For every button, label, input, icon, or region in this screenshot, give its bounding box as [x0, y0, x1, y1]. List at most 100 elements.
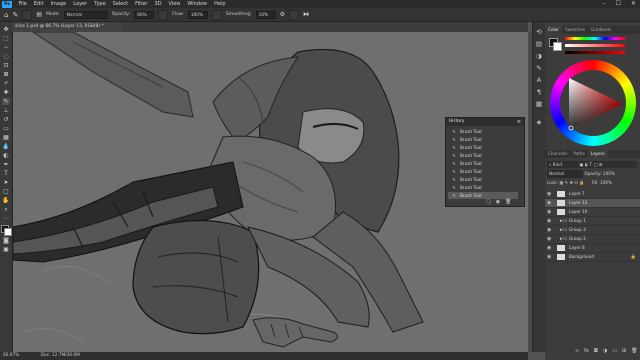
menu-layer[interactable]: Layer [70, 0, 91, 8]
tab-gradients[interactable]: Gradients [588, 26, 614, 34]
tab-color[interactable]: Color [545, 26, 562, 34]
background-layer-row[interactable]: ◉ Background 🔒 [545, 253, 640, 262]
pressure-opacity-button[interactable] [158, 9, 169, 20]
history-state-selected[interactable]: ✎ Brush Tool [448, 192, 518, 199]
brush-tool-icon[interactable]: ✎ [2, 98, 10, 105]
kind-filter-select[interactable]: Kind [553, 162, 562, 167]
visibility-eye-icon[interactable]: ◉ [547, 235, 551, 243]
path-selection-tool-icon[interactable]: ➤ [2, 179, 10, 186]
tab-channels[interactable]: Channels [545, 150, 570, 158]
history-state[interactable]: ✎ Brush Tool [448, 160, 518, 167]
delete-layer-icon[interactable]: 🗑 [631, 348, 637, 354]
character-panel-icon[interactable]: A [535, 76, 543, 84]
snapshot-icon[interactable]: ◉ [496, 199, 500, 205]
properties-panel-icon[interactable]: ▤ [535, 40, 543, 48]
menu-file[interactable]: File [15, 0, 30, 8]
gradient-tool-icon[interactable]: ▦ [2, 134, 10, 141]
layer-row[interactable]: ◉ Layer 7 [545, 190, 640, 199]
delete-state-icon[interactable]: 🗑 [505, 199, 511, 205]
visibility-eye-icon[interactable]: ◉ [547, 208, 551, 216]
background-color-swatch[interactable] [4, 228, 12, 236]
zoom-tool-icon[interactable]: ⌕ [2, 206, 10, 213]
history-panel-icon[interactable]: ⟲ [535, 28, 543, 36]
smoothing-settings-icon[interactable]: ⚙ [280, 11, 285, 18]
layer-row[interactable]: ◉ Layer 8 [545, 244, 640, 253]
history-state[interactable]: ✎ Brush Tool [448, 144, 518, 151]
menu-help[interactable]: Help [211, 0, 229, 8]
fill-field[interactable]: 100% [600, 180, 612, 185]
history-state[interactable]: ✎ Brush Tool [448, 152, 518, 159]
swatches-panel-icon[interactable]: ▦ [535, 100, 543, 108]
quick-mask-icon[interactable]: ◙ [2, 237, 10, 244]
paragraph-panel-icon[interactable]: ¶ [535, 88, 543, 96]
blur-tool-icon[interactable]: 💧 [2, 143, 10, 150]
flow-field[interactable]: 100% [187, 10, 208, 19]
tab-paths[interactable]: Paths [570, 150, 587, 158]
close-button[interactable]: ✕ [631, 0, 636, 8]
quick-select-tool-icon[interactable]: ◌ [2, 53, 10, 60]
symmetry-icon[interactable]: ⧓ [303, 11, 309, 18]
tab-swatches[interactable]: Swatches [562, 26, 588, 34]
maximize-button[interactable]: ☐ [616, 0, 621, 8]
new-group-icon[interactable]: ▭ [612, 348, 617, 354]
more-tools-icon[interactable]: ⋯ [2, 215, 10, 222]
visibility-eye-icon[interactable]: ◉ [547, 244, 551, 252]
hue-slider[interactable] [565, 37, 625, 40]
healing-brush-tool-icon[interactable]: ✚ [2, 89, 10, 96]
type-tool-icon[interactable]: T [2, 170, 10, 177]
eyedropper-tool-icon[interactable]: ⌿ [2, 80, 10, 87]
menu-window[interactable]: Window [184, 0, 211, 8]
menu-filter[interactable]: Filter [132, 0, 151, 8]
history-state[interactable]: ✎ Brush Tool [448, 176, 518, 183]
color-panel-background-swatch[interactable] [553, 42, 562, 51]
new-layer-icon[interactable]: ⊞ [622, 348, 626, 354]
menu-type[interactable]: Type [91, 0, 109, 8]
layer-opacity-field[interactable]: 100% [603, 171, 615, 176]
document-tab[interactable]: slice 1.psd @ 66.7% (Layer 13, RGB/8) * [12, 22, 122, 32]
toggle-brush-panel-icon[interactable]: ▤ [36, 11, 42, 18]
marquee-tool-icon[interactable]: ⬚ [2, 35, 10, 42]
menu-image[interactable]: Image [47, 0, 70, 8]
opacity-field[interactable]: 60% [134, 10, 155, 19]
layer-row[interactable]: ◉ Layer 10 [545, 208, 640, 217]
brushes-panel-icon[interactable]: ✎ [535, 64, 543, 72]
styles-panel-icon[interactable]: ◈ [535, 118, 543, 126]
dodge-tool-icon[interactable]: ◐ [2, 152, 10, 159]
lock-icons[interactable]: ▦ ✎ ✥ ⊡ 🔒 [559, 180, 584, 185]
pen-tool-icon[interactable]: ✒ [2, 161, 10, 168]
lasso-tool-icon[interactable]: ∽ [2, 44, 10, 51]
visibility-eye-icon[interactable]: ◉ [547, 253, 551, 261]
add-mask-icon[interactable]: ◘ [594, 348, 598, 354]
mode-select[interactable]: Normal [63, 10, 108, 19]
smoothing-field[interactable]: 10% [255, 10, 276, 19]
hand-tool-icon[interactable]: ✋ [2, 197, 10, 204]
screen-mode-icon[interactable]: ▣ [2, 246, 10, 253]
zoom-level[interactable]: 66.67% [3, 353, 19, 358]
visibility-eye-icon[interactable]: ◉ [547, 226, 551, 234]
visibility-eye-icon[interactable]: ◉ [547, 199, 551, 207]
history-brush-tool-icon[interactable]: ↺ [2, 116, 10, 123]
filter-icons[interactable]: ▣ ◐ T ▢ ⊞ [579, 162, 602, 167]
menu-edit[interactable]: Edit [30, 0, 47, 8]
crop-tool-icon[interactable]: ⊡ [2, 62, 10, 69]
adjustment-layer-icon[interactable]: ◑ [603, 348, 607, 354]
menu-3d[interactable]: 3D [151, 0, 165, 8]
rectangle-tool-icon[interactable]: ▢ [2, 188, 10, 195]
history-state[interactable]: ✎ Brush Tool [448, 128, 518, 135]
tab-layers[interactable]: Layers [587, 150, 608, 158]
eraser-tool-icon[interactable]: ▭ [2, 125, 10, 132]
group-row[interactable]: ◉ ▸▭ Group 2 [545, 235, 640, 244]
clone-stamp-tool-icon[interactable]: ⊥ [2, 107, 10, 114]
menu-view[interactable]: View [165, 0, 184, 8]
menu-select[interactable]: Select [109, 0, 131, 8]
saturation-brightness-triangle[interactable] [563, 72, 625, 134]
history-state[interactable]: ✎ Brush Tool [448, 136, 518, 143]
link-layers-icon[interactable]: ∞ [575, 348, 579, 354]
visibility-eye-icon[interactable]: ◉ [547, 217, 551, 225]
pressure-size-button[interactable] [289, 9, 300, 20]
adjustments-panel-icon[interactable]: ◑ [535, 52, 543, 60]
history-state[interactable]: ✎ Brush Tool [448, 184, 518, 191]
layer-style-icon[interactable]: fx [584, 348, 589, 354]
home-icon[interactable]: ⌂ [4, 11, 8, 19]
layer-row-selected[interactable]: ◉ Layer 13 [545, 199, 640, 208]
